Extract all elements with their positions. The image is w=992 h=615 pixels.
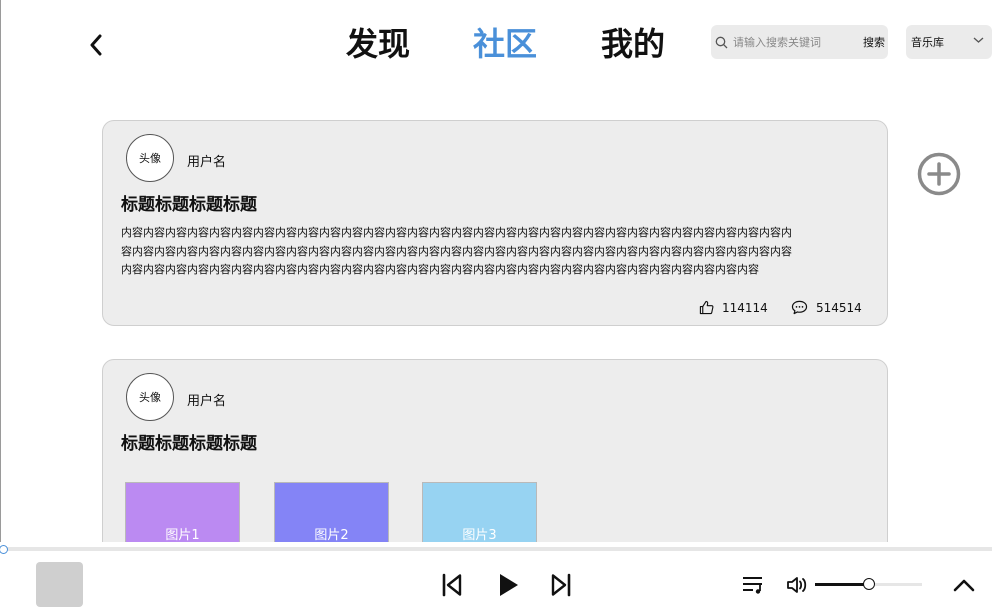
username[interactable]: 用户名	[187, 390, 226, 409]
chevron-down-icon	[973, 37, 984, 43]
library-select[interactable]: 音乐库	[906, 25, 992, 59]
play-icon	[500, 574, 518, 596]
album-cover[interactable]	[36, 562, 83, 607]
window-border	[0, 0, 1, 615]
search-box: 搜索	[711, 25, 888, 59]
tab-mine[interactable]: 我的	[601, 24, 665, 64]
search-input[interactable]	[733, 35, 861, 49]
volume-button[interactable]	[786, 576, 810, 598]
username[interactable]: 用户名	[187, 151, 226, 170]
comment-count: 514514	[816, 300, 862, 315]
volume-slider[interactable]	[815, 578, 922, 590]
previous-icon	[442, 573, 462, 597]
back-icon	[90, 34, 102, 56]
post-card[interactable]: 头像 用户名 标题标题标题标题 图片1 图片2 图片3	[102, 359, 888, 559]
volume-slider-fill	[815, 583, 869, 586]
post-title: 标题标题标题标题	[121, 195, 257, 215]
search-button[interactable]: 搜索	[863, 34, 885, 50]
tab-discover[interactable]: 发现	[346, 24, 410, 64]
expand-player-button[interactable]	[953, 577, 975, 596]
add-circle-icon	[917, 152, 961, 196]
search-icon	[715, 35, 729, 49]
post-card[interactable]: 头像 用户名 标题标题标题标题 内容内容内容内容内容内容内容内容内容内容内容内容…	[102, 120, 888, 326]
previous-button[interactable]	[441, 572, 463, 602]
add-post-button[interactable]	[916, 151, 962, 197]
avatar[interactable]: 头像	[126, 134, 174, 182]
playlist-button[interactable]	[742, 576, 766, 598]
next-icon	[551, 573, 571, 597]
progress-bar[interactable]	[0, 547, 992, 551]
tab-community[interactable]: 社区	[473, 24, 537, 64]
back-button[interactable]	[84, 30, 108, 60]
library-select-value: 音乐库	[911, 36, 944, 49]
post-content: 内容内容内容内容内容内容内容内容内容内容内容内容内容内容内容内容内容内容内容内容…	[121, 226, 792, 276]
comment-button[interactable]: 514514	[791, 300, 862, 315]
avatar[interactable]: 头像	[126, 373, 174, 421]
progress-handle[interactable]	[0, 545, 8, 554]
play-button[interactable]	[499, 572, 519, 602]
post-title: 标题标题标题标题	[121, 434, 257, 454]
chevron-up-icon	[953, 579, 975, 592]
comment-icon	[791, 300, 808, 315]
volume-icon	[787, 577, 807, 593]
like-count: 114114	[722, 300, 768, 315]
volume-slider-handle[interactable]	[862, 578, 875, 590]
player-bar	[0, 542, 992, 615]
thumbs-up-icon	[699, 300, 714, 315]
next-button[interactable]	[550, 572, 572, 602]
playlist-icon	[743, 577, 762, 594]
like-button[interactable]: 114114	[699, 300, 768, 315]
